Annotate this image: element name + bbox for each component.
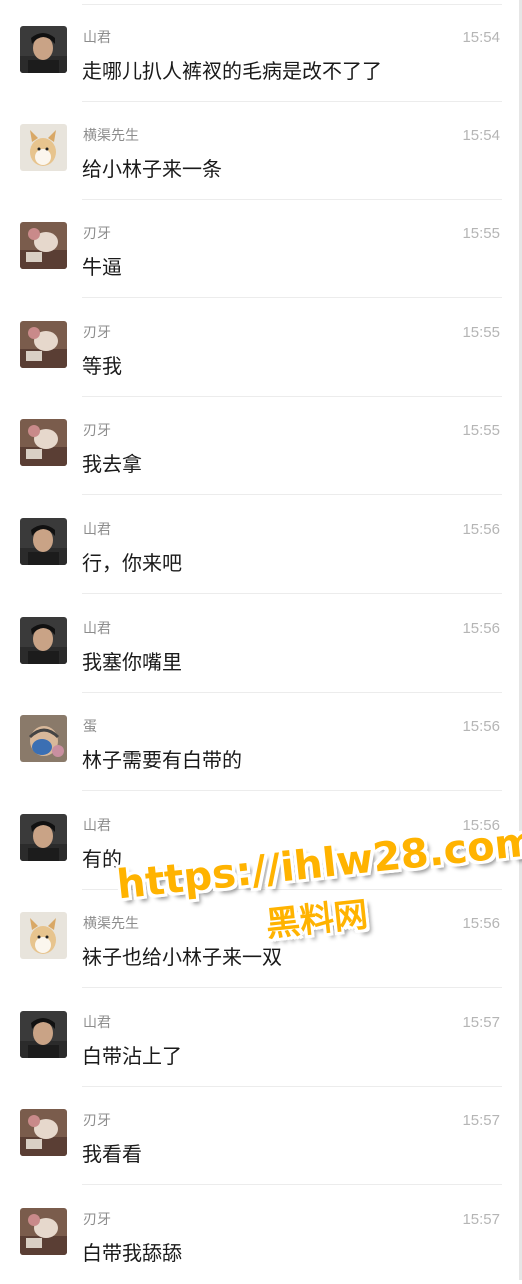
- message-time: 15:56: [462, 718, 500, 735]
- message-time: 15:57: [462, 1211, 500, 1228]
- message-time: 15:54: [462, 127, 500, 144]
- avatar[interactable]: [20, 419, 67, 466]
- message-time: 15:56: [462, 620, 500, 637]
- avatar[interactable]: [20, 1011, 67, 1058]
- sender-name: 刃牙: [83, 1212, 111, 1228]
- chat-message-list[interactable]: 山君 15:54 走哪儿扒人裤衩的毛病是改不了了 横渠先生 15:54 给小林子…: [0, 0, 522, 1280]
- sender-name: 横渠先生: [83, 916, 139, 932]
- list-item[interactable]: 刃牙 15:57 我看看: [0, 1087, 522, 1185]
- message-text: 我去拿: [82, 452, 142, 476]
- message-text: 袜子也给小林子来一双: [82, 945, 282, 969]
- message-text: 林子需要有白带的: [82, 748, 242, 772]
- avatar[interactable]: [20, 222, 67, 269]
- message-text: 行，你来吧: [82, 551, 182, 575]
- sender-name: 刃牙: [83, 226, 111, 242]
- avatar[interactable]: [20, 26, 67, 73]
- avatar[interactable]: [20, 715, 67, 762]
- message-time: 15:57: [462, 1014, 500, 1031]
- list-item[interactable]: 刃牙 15:55 我去拿: [0, 397, 522, 495]
- sender-name: 蛋: [83, 719, 97, 735]
- list-item[interactable]: 山君 15:56 行，你来吧: [0, 496, 522, 594]
- sender-name: 山君: [83, 621, 111, 637]
- message-text: 给小林子来一条: [82, 157, 222, 181]
- sender-name: 刃牙: [83, 325, 111, 341]
- message-text: 我看看: [82, 1142, 142, 1166]
- message-text: 有的: [82, 847, 122, 871]
- sender-name: 山君: [83, 522, 111, 538]
- message-time: 15:56: [462, 817, 500, 834]
- divider: [82, 494, 502, 495]
- list-item[interactable]: 山君 15:57 白带沾上了: [0, 989, 522, 1087]
- message-text: 白带我舔舔: [82, 1241, 182, 1265]
- divider: [82, 790, 502, 791]
- message-text: 我塞你嘴里: [82, 650, 182, 674]
- avatar[interactable]: [20, 814, 67, 861]
- message-time: 15:54: [462, 29, 500, 46]
- avatar[interactable]: [20, 518, 67, 565]
- list-item[interactable]: 刃牙 15:55 牛逼: [0, 200, 522, 298]
- message-text: 牛逼: [82, 255, 122, 279]
- avatar[interactable]: [20, 617, 67, 664]
- message-time: 15:55: [462, 324, 500, 341]
- sender-name: 横渠先生: [83, 128, 139, 144]
- list-item[interactable]: 山君 15:56 有的: [0, 792, 522, 890]
- message-time: 15:56: [462, 915, 500, 932]
- sender-name: 山君: [83, 30, 111, 46]
- divider: [82, 297, 502, 298]
- list-item[interactable]: 刃牙 15:57 白带我舔舔: [0, 1186, 522, 1284]
- divider: [82, 987, 502, 988]
- avatar[interactable]: [20, 321, 67, 368]
- avatar[interactable]: [20, 912, 67, 959]
- list-item[interactable]: 山君 15:56 我塞你嘴里: [0, 595, 522, 693]
- message-time: 15:55: [462, 225, 500, 242]
- avatar[interactable]: [20, 1109, 67, 1156]
- message-text: 等我: [82, 354, 122, 378]
- divider: [82, 593, 502, 594]
- list-item[interactable]: 横渠先生 15:56 袜子也给小林子来一双: [0, 890, 522, 988]
- message-time: 15:55: [462, 422, 500, 439]
- list-item[interactable]: 刃牙 15:55 等我: [0, 299, 522, 397]
- message-text: 白带沾上了: [82, 1044, 182, 1068]
- sender-name: 刃牙: [83, 1113, 111, 1129]
- list-item[interactable]: 横渠先生 15:54 给小林子来一条: [0, 102, 522, 200]
- message-text: 走哪儿扒人裤衩的毛病是改不了了: [82, 59, 382, 83]
- sender-name: 刃牙: [83, 423, 111, 439]
- avatar[interactable]: [20, 1208, 67, 1255]
- divider: [82, 1184, 502, 1185]
- avatar[interactable]: [20, 124, 67, 171]
- list-item[interactable]: 山君 15:54 走哪儿扒人裤衩的毛病是改不了了: [0, 4, 522, 102]
- sender-name: 山君: [83, 1015, 111, 1031]
- message-time: 15:56: [462, 521, 500, 538]
- list-item[interactable]: 蛋 15:56 林子需要有白带的: [0, 693, 522, 791]
- sender-name: 山君: [83, 818, 111, 834]
- message-time: 15:57: [462, 1112, 500, 1129]
